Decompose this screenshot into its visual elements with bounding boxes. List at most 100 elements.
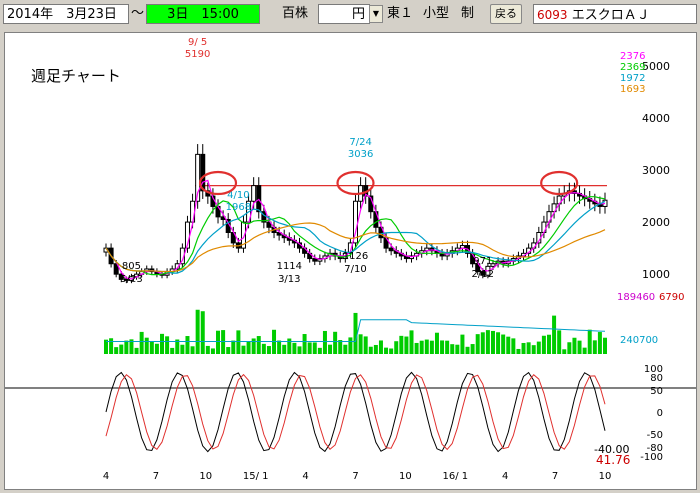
back-button[interactable]: 戻る: [490, 4, 522, 24]
currency-select[interactable]: 円: [318, 4, 370, 24]
volume-bar: [409, 330, 414, 354]
volume-bar: [261, 343, 266, 354]
volume-bar: [210, 348, 215, 354]
volume-bar: [572, 337, 577, 354]
period-field[interactable]: 3日 15:00: [146, 4, 260, 24]
volume-bar: [496, 332, 501, 354]
stoch-k-line: [105, 371, 606, 453]
volume-bar: [455, 344, 460, 354]
volume-bar: [511, 338, 516, 354]
high-date-label-1: 7/24: [349, 137, 371, 148]
volume-bar: [348, 337, 353, 354]
stoch-tick-label-6: -100: [640, 452, 663, 463]
volume-bar: [531, 345, 536, 354]
start-date-field[interactable]: 2014年 3月23日: [3, 4, 129, 24]
volume-bar: [307, 342, 312, 354]
chart-title: 週足チャート: [31, 67, 121, 85]
volume-bar: [200, 311, 205, 354]
stock-field[interactable]: 6093 エスクロＡＪ: [533, 4, 697, 24]
volume-bar: [526, 342, 531, 354]
price-tick-label-3: 2000: [642, 216, 670, 229]
volume-bar: [546, 334, 551, 354]
volume-bar: [521, 342, 526, 354]
volume-bar: [144, 337, 149, 354]
volume-bar: [501, 334, 506, 354]
volume-bar: [445, 340, 450, 354]
highlight-circle-1: [336, 170, 375, 196]
volume-bar: [378, 340, 383, 354]
volume-bar: [292, 342, 297, 354]
x-tick-label-4: 4: [302, 471, 308, 482]
volume-bar: [414, 342, 419, 354]
volume-bar: [373, 344, 378, 354]
volume-bar: [246, 341, 251, 354]
stoch-tick-label-3: 0: [657, 408, 663, 419]
stoch-tick-label-4: -50: [647, 430, 663, 441]
volume-bar: [592, 340, 597, 354]
volume-bar: [277, 340, 282, 354]
currency-dropdown-icon[interactable]: ▼: [369, 5, 383, 23]
x-tick-label-0: 4: [103, 471, 109, 482]
volume-bar: [170, 347, 175, 354]
volume-bar: [506, 336, 511, 354]
volume-right-label: 6790: [659, 292, 684, 303]
volume-bar: [516, 348, 521, 354]
volume-bar: [587, 329, 592, 354]
low-date-label-4: 3/13: [278, 274, 300, 285]
low-value-label-6: 971: [473, 256, 492, 267]
volume-bar: [470, 344, 475, 354]
market-label: 東１: [387, 6, 414, 21]
toolbar: 2014年 3月23日 ～ 3日 15:00 百株 円 ▼ 東１ 小型 制 戻る…: [0, 0, 700, 30]
volume-bar: [343, 344, 348, 354]
stock-code: 6093: [537, 8, 568, 22]
x-tick-label-10: 10: [599, 471, 612, 482]
high-value-label-0: 5190: [185, 49, 210, 60]
candle-body: [388, 247, 394, 252]
low-value-label-3: 805: [122, 261, 141, 272]
volume-bar: [226, 347, 231, 354]
volume-bar: [221, 330, 226, 354]
volume-bar: [440, 340, 445, 354]
volume-bar: [338, 340, 343, 354]
stoch-tick-label-2: 50: [650, 386, 663, 397]
x-tick-label-1: 7: [153, 471, 159, 482]
volume-bar: [536, 341, 541, 354]
volume-bar: [195, 309, 200, 354]
volume-bar: [557, 330, 562, 354]
ma-value-label-2: 1972: [620, 73, 645, 84]
x-tick-label-8: 4: [502, 471, 508, 482]
volume-bar: [139, 331, 144, 354]
volume-bar: [541, 335, 546, 354]
volume-bar: [287, 338, 292, 354]
x-tick-label-7: 16/ 1: [442, 471, 468, 482]
volume-bar: [160, 333, 165, 354]
x-tick-label-5: 7: [352, 471, 358, 482]
high-value-label-2: 1968: [226, 202, 251, 213]
chart-svg: 週足チャート 41.76 -40.00 50004000300020001000…: [5, 37, 696, 482]
volume-bar: [450, 344, 455, 354]
volume-bar: [282, 344, 287, 354]
volume-bar: [465, 346, 470, 354]
price-tick-label-4: 1000: [642, 268, 670, 281]
stock-name: エスクロＡＪ: [571, 8, 650, 23]
unit-label: 百株: [282, 6, 309, 21]
volume-bar: [419, 340, 424, 354]
volume-bar: [582, 347, 587, 354]
volume-bar: [236, 330, 241, 354]
volume-bar: [134, 347, 139, 354]
volume-bar: [205, 345, 210, 354]
volume-bar: [333, 331, 338, 354]
volume-bar: [124, 340, 129, 354]
volume-bar: [114, 347, 119, 354]
volume-bar: [399, 335, 404, 354]
volume-bar: [256, 336, 261, 354]
volume-bar: [119, 344, 124, 354]
volume-bar: [216, 330, 221, 354]
x-tick-label-3: 15/ 1: [243, 471, 269, 482]
volume-bar: [475, 334, 480, 354]
candle-body: [251, 185, 257, 202]
x-tick-label-9: 7: [552, 471, 558, 482]
volume-ma-label: 240700: [620, 335, 658, 346]
volume-bar: [185, 336, 190, 354]
volume-bar: [597, 332, 602, 354]
